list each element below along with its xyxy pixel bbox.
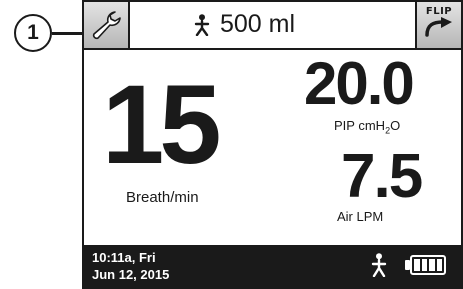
person-icon <box>194 13 210 36</box>
breath-rate-label: Breath/min <box>126 189 199 206</box>
battery-icon <box>410 255 446 275</box>
person-icon <box>371 253 387 277</box>
callout-leader-line <box>52 32 84 35</box>
date-text: Jun 12, 2015 <box>92 267 170 282</box>
air-flow-value: 7.5 <box>341 142 423 211</box>
pip-label-suffix: O <box>390 118 401 133</box>
battery-cell <box>421 259 427 271</box>
pip-value: 20.0 <box>304 50 415 117</box>
device-screen: 500 ml FLIP 15 Breath/min 20.0 PIP cmH2O… <box>82 0 463 289</box>
flip-button[interactable]: FLIP <box>415 2 461 48</box>
date-time: 10:11a, Fri Jun 12, 2015 <box>92 249 169 283</box>
battery-cell <box>414 259 420 271</box>
status-bar: 10:11a, Fri Jun 12, 2015 <box>84 245 461 287</box>
wrench-icon <box>92 11 121 40</box>
breath-rate-value: 15 <box>102 62 222 187</box>
pip-label-text: PIP cmH <box>334 118 386 133</box>
battery-cell <box>436 259 442 271</box>
settings-button[interactable] <box>84 2 130 48</box>
callout-number: 1 <box>27 21 39 44</box>
top-bar: 500 ml FLIP <box>84 2 461 50</box>
tidal-volume-value: 500 ml <box>220 10 296 38</box>
curved-arrow-icon <box>425 17 452 37</box>
callout-marker: 1 <box>14 14 52 52</box>
pip-label: PIP cmH2O <box>334 118 400 136</box>
air-flow-label: Air LPM <box>337 209 384 224</box>
tidal-volume-display: 500 ml <box>194 10 295 39</box>
battery-cell <box>429 259 435 271</box>
time-text: 10:11a, Fri <box>92 250 156 265</box>
flip-label: FLIP <box>425 6 453 17</box>
